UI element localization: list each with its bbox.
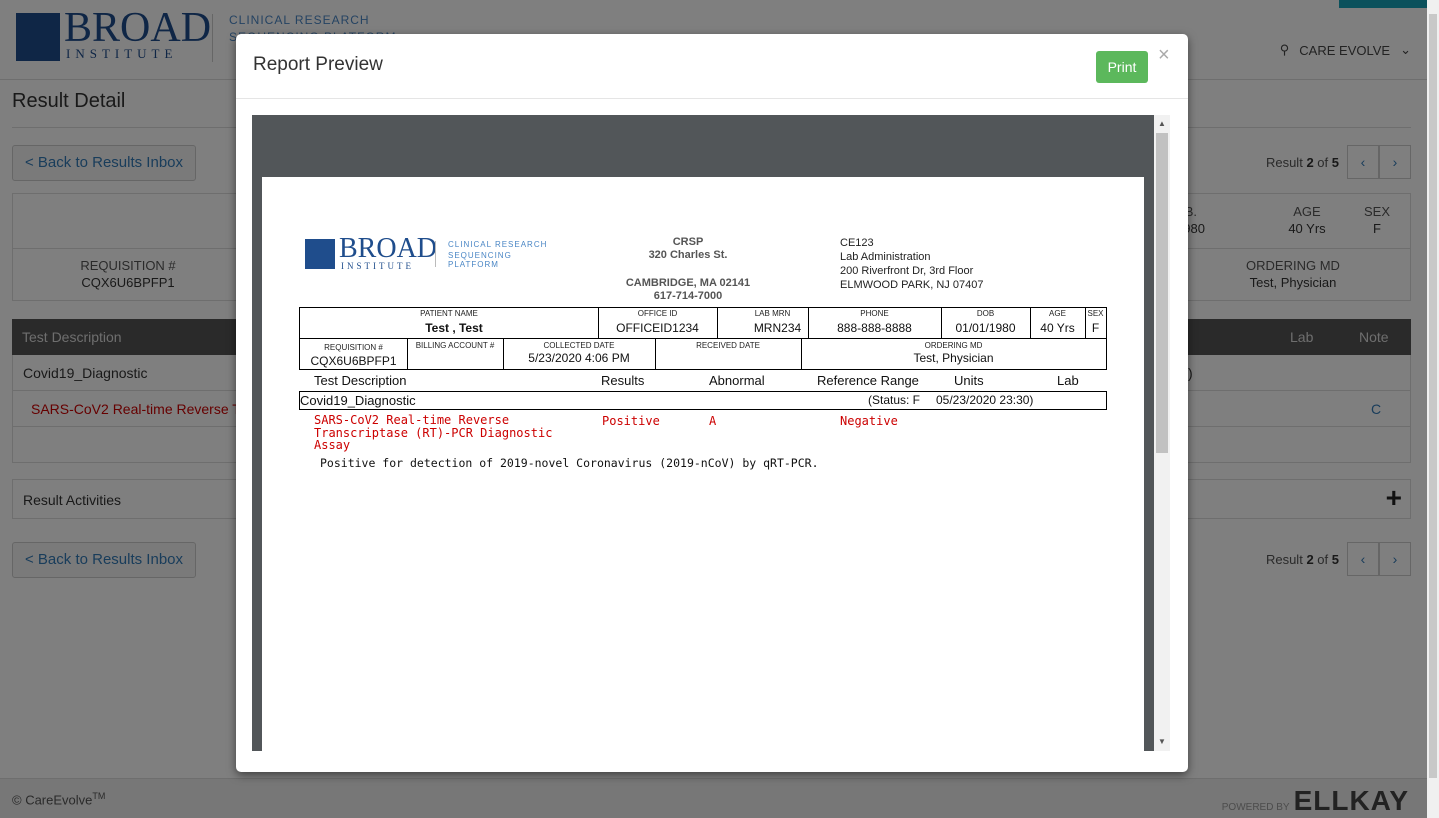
report-logo-line2: SEQUENCING PLATFORM [448, 251, 512, 269]
phone-label: PHONE [860, 309, 889, 318]
lab-city: ELMWOOD PARK, NJ 07407 [840, 279, 984, 291]
report-col-lab: Lab [1057, 373, 1079, 388]
report-result-value: Positive [602, 414, 660, 428]
pdf-scrollbar-thumb[interactable] [1156, 133, 1168, 453]
page-scrollbar[interactable] [1427, 0, 1439, 818]
patient-name-value: Test , Test [425, 321, 483, 335]
office-id-value: OFFICEID1234 [616, 321, 699, 335]
scroll-up-icon[interactable]: ▲ [1158, 119, 1166, 128]
dob-report-label: DOB [976, 309, 995, 318]
ordering-md-report-label: ORDERING MD [924, 341, 983, 350]
office-id-label: OFFICE ID [637, 309, 678, 318]
report-col-abnormal: Abnormal [709, 373, 765, 388]
lab-center-address-bottom: CAMBRIDGE, MA 02141 617-714-7000 [602, 277, 774, 303]
center-city: CAMBRIDGE, MA 02141 [625, 277, 751, 289]
center-name: CRSP [672, 236, 704, 248]
lab-mrn-value: MRN234 [753, 321, 802, 335]
sex-report-value: F [1091, 321, 1100, 335]
lab-admin-address: CE123 Lab Administration 200 Riverfront … [840, 236, 983, 292]
report-logo-mark-icon [305, 239, 335, 269]
report-test-line3: Assay [314, 438, 351, 452]
center-street: 320 Charles St. [648, 249, 728, 261]
report-comment: Positive for detection of 2019-novel Cor… [320, 456, 819, 470]
modal-title: Report Preview [253, 54, 383, 75]
lab-center-address-top: CRSP 320 Charles St. [612, 236, 764, 262]
pdf-scrollbar[interactable]: ▲ ▼ [1154, 115, 1170, 751]
report-status: (Status: F [868, 393, 921, 407]
report-test-line1: SARS-CoV2 Real-time Reverse [314, 413, 510, 427]
panel-row: Covid19_Diagnostic (Status: F 05/23/2020… [299, 391, 1107, 410]
lab-admin: Lab Administration [840, 251, 931, 263]
report-status-date: 05/23/2020 23:30) [936, 393, 1034, 407]
requisition-row: REQUISITION # CQX6U6BPFP1 BILLING ACCOUN… [299, 338, 1107, 370]
collected-date-label: COLLECTED DATE [543, 341, 615, 350]
report-reference-range: Negative [840, 414, 898, 428]
report-preview-modal: Report Preview Print × BROAD INSTITUTE C… [236, 34, 1188, 772]
requisition-report-label: REQUISITION # [324, 343, 383, 352]
report-logo-line1: CLINICAL RESEARCH [448, 240, 548, 249]
billing-account-label: BILLING ACCOUNT # [415, 341, 495, 350]
age-report-value: 40 Yrs [1040, 321, 1075, 335]
received-date-label: RECEIVED DATE [696, 341, 760, 350]
report-col-results: Results [601, 373, 645, 388]
print-button[interactable]: Print [1096, 51, 1148, 83]
page-scrollbar-thumb[interactable] [1429, 14, 1437, 778]
requisition-report-value: CQX6U6BPFP1 [310, 354, 397, 368]
report-broad-logo: BROAD INSTITUTE CLINICAL RESEARCH SEQUEN… [305, 235, 565, 279]
center-phone: 617-714-7000 [653, 290, 723, 302]
modal-header-divider [236, 98, 1188, 99]
ordering-md-report-value: Test, Physician [913, 351, 994, 365]
patient-name-label: PATIENT NAME [420, 309, 478, 318]
phone-value: 888-888-8888 [837, 321, 912, 335]
sex-report-label: SEX [1087, 309, 1104, 318]
report-test-name: SARS-CoV2 Real-time Reverse Transcriptas… [314, 414, 552, 452]
close-icon[interactable]: × [1158, 44, 1170, 67]
lab-code: CE123 [840, 237, 874, 249]
pdf-viewer[interactable]: BROAD INSTITUTE CLINICAL RESEARCH SEQUEN… [252, 115, 1154, 751]
report-logo-word: BROAD [339, 233, 438, 264]
report-col-reference-range: Reference Range [817, 373, 919, 388]
report-abnormal-flag: A [709, 414, 717, 428]
scroll-down-icon[interactable]: ▼ [1158, 737, 1166, 746]
collected-date-value: 5/23/2020 4:06 PM [528, 351, 630, 365]
lab-mrn-label: LAB MRN [754, 309, 791, 318]
report-panel-name: Covid19_Diagnostic [300, 393, 416, 408]
lab-street: 200 Riverfront Dr, 3rd Floor [840, 265, 974, 277]
report-logo-divider [435, 241, 436, 267]
report-page: BROAD INSTITUTE CLINICAL RESEARCH SEQUEN… [262, 177, 1144, 751]
report-col-test-description: Test Description [314, 373, 407, 388]
age-report-label: AGE [1049, 309, 1066, 318]
patient-row: PATIENT NAME Test , Test OFFICE ID OFFIC… [299, 307, 1107, 339]
report-logo-sub: INSTITUTE [341, 261, 414, 271]
dob-report-value: 01/01/1980 [955, 321, 1016, 335]
report-col-units: Units [954, 373, 984, 388]
